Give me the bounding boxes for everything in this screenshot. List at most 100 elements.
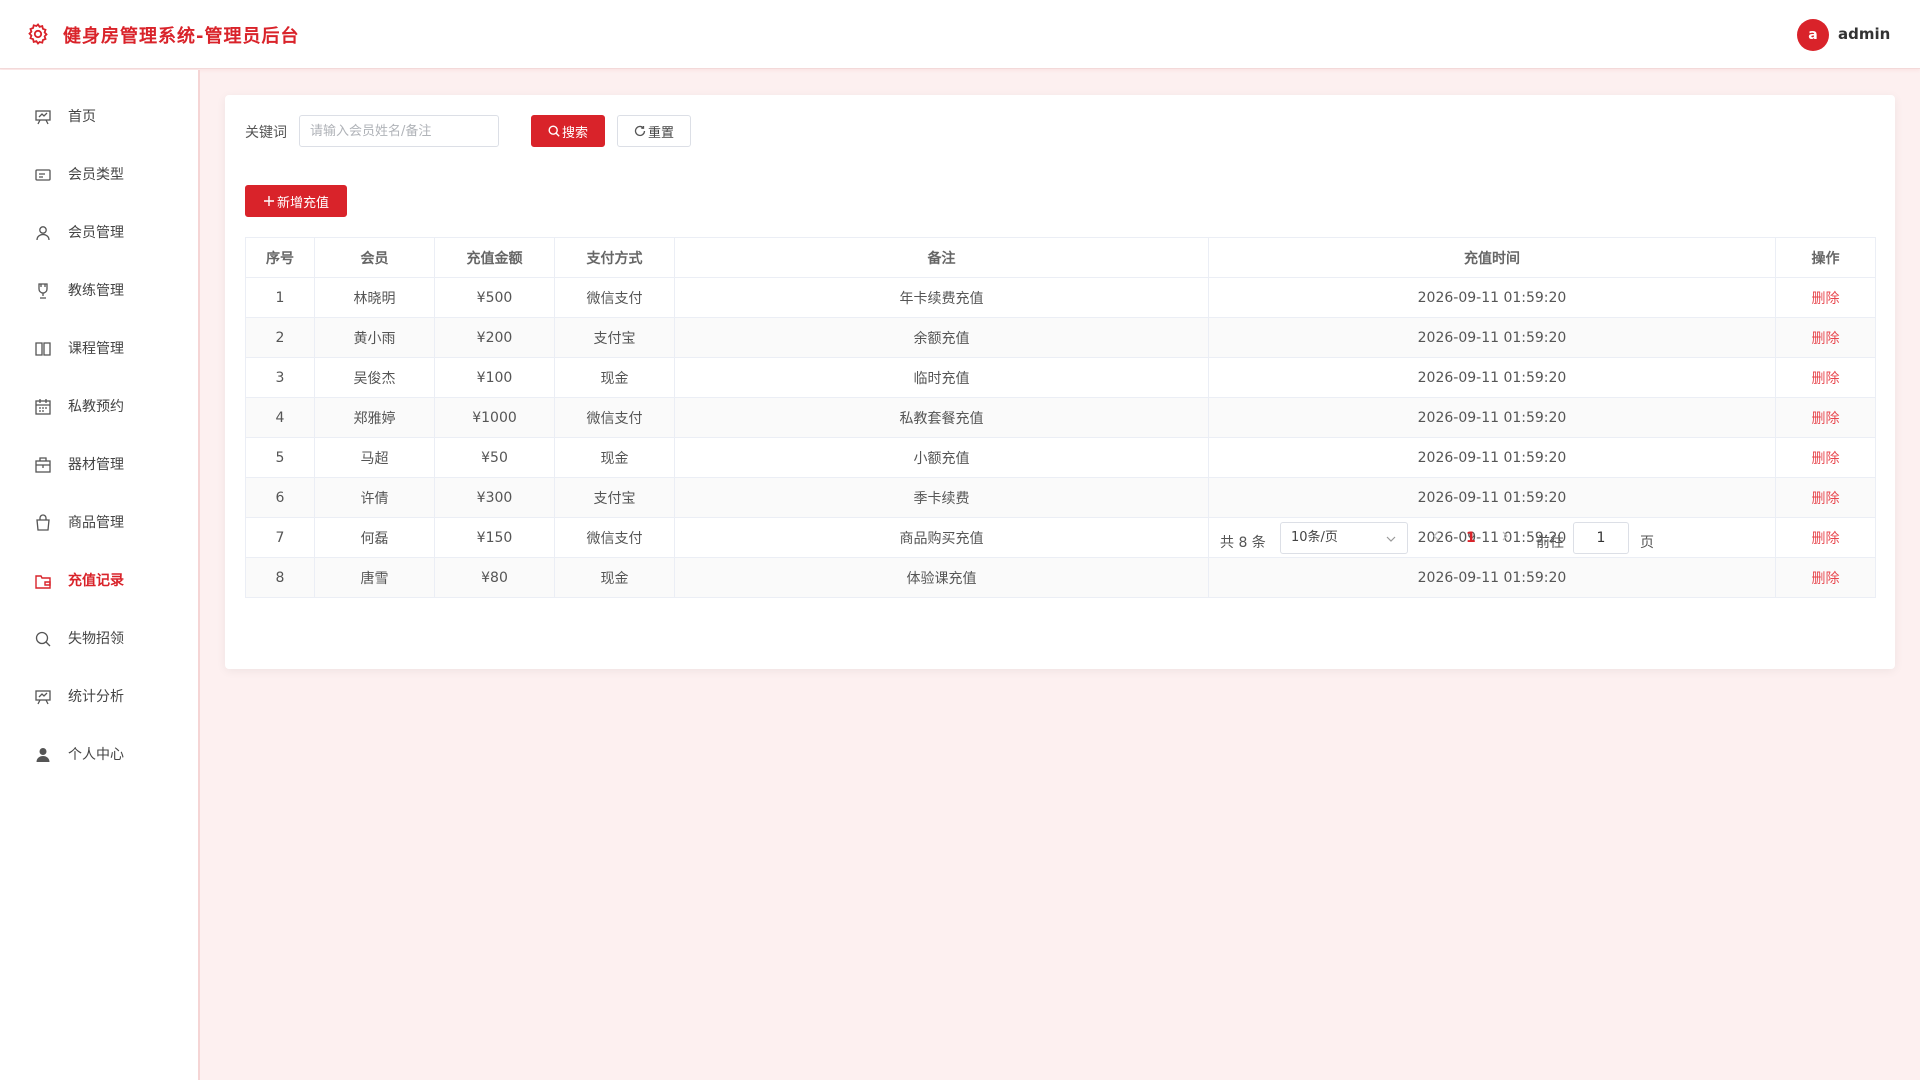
table-row: 3 吴俊杰 ¥100 现金 临时充值 2026-09-11 01:59:20 删… bbox=[245, 357, 1876, 398]
delete-link[interactable]: 删除 bbox=[1812, 291, 1840, 307]
delete-link[interactable]: 删除 bbox=[1812, 371, 1840, 387]
add-recharge-button[interactable]: 新增充值 bbox=[245, 185, 347, 217]
page-size-select[interactable]: 10条/页 bbox=[1280, 522, 1408, 554]
cell-amount: ¥150 bbox=[434, 517, 555, 558]
column-header: 操作 bbox=[1775, 237, 1876, 278]
reset-button-label: 重置 bbox=[647, 125, 674, 141]
refresh-icon bbox=[634, 125, 646, 137]
sidebar-item-label: 私教预约 bbox=[68, 399, 124, 415]
plus-icon bbox=[263, 196, 274, 206]
cell-amount: ¥500 bbox=[434, 277, 555, 318]
cell-amount: ¥80 bbox=[434, 557, 555, 598]
column-header: 充值金额 bbox=[434, 237, 555, 278]
cell-note: 年卡续费充值 bbox=[674, 277, 1209, 318]
cell-index: 5 bbox=[245, 437, 315, 478]
cell-note: 体验课充值 bbox=[674, 557, 1209, 598]
table-row: 8 唐雪 ¥80 现金 体验课充值 2026-09-11 01:59:20 删除 bbox=[245, 557, 1876, 598]
cell-note: 小额充值 bbox=[674, 437, 1209, 478]
sidebar-item-lost-found[interactable]: 失物招领 bbox=[0, 617, 198, 661]
search-button[interactable]: 搜索 bbox=[531, 115, 605, 147]
pagination-total: 共 8 条 bbox=[1220, 535, 1266, 551]
goto-page-input[interactable] bbox=[1573, 522, 1629, 554]
sidebar: 首页 会员类型 会员管理 教练管理 课程管理 私教预约 器材管理 商品管理 充值… bbox=[0, 70, 200, 1080]
delete-link[interactable]: 删除 bbox=[1812, 331, 1840, 347]
cell-amount: ¥100 bbox=[434, 357, 555, 398]
column-header: 支付方式 bbox=[554, 237, 675, 278]
reset-button[interactable]: 重置 bbox=[617, 115, 691, 147]
column-header: 序号 bbox=[245, 237, 315, 278]
cell-note: 余额充值 bbox=[674, 317, 1209, 358]
top-header: 健身房管理系统-管理员后台 a admin bbox=[0, 0, 1920, 69]
cell-time: 2026-09-11 01:59:20 bbox=[1208, 557, 1776, 598]
cell-index: 2 bbox=[245, 317, 315, 358]
sidebar-item-label: 首页 bbox=[68, 109, 96, 125]
sidebar-item-courses[interactable]: 课程管理 bbox=[0, 327, 198, 371]
sidebar-item-coaches[interactable]: 教练管理 bbox=[0, 269, 198, 313]
sidebar-item-label: 器材管理 bbox=[68, 457, 124, 473]
delete-link[interactable]: 删除 bbox=[1812, 411, 1840, 427]
sidebar-item-home[interactable]: 首页 bbox=[0, 95, 198, 139]
cell-index: 3 bbox=[245, 357, 315, 398]
sidebar-item-equipment[interactable]: 器材管理 bbox=[0, 443, 198, 487]
sidebar-item-label: 会员类型 bbox=[68, 167, 124, 183]
cell-member: 马超 bbox=[314, 437, 435, 478]
cell-action: 删除 bbox=[1775, 557, 1876, 598]
search-button-label: 搜索 bbox=[561, 125, 588, 141]
keyword-input[interactable] bbox=[299, 115, 499, 147]
cell-note: 私教套餐充值 bbox=[674, 397, 1209, 438]
sidebar-item-label: 统计分析 bbox=[68, 689, 124, 705]
cell-member: 何磊 bbox=[314, 517, 435, 558]
delete-link[interactable]: 删除 bbox=[1812, 531, 1840, 547]
avatar[interactable]: a bbox=[1797, 19, 1829, 51]
sidebar-item-profile[interactable]: 个人中心 bbox=[0, 733, 198, 777]
table-row: 7 何磊 ¥150 微信支付 商品购买充值 2026-09-11 01:59:2… bbox=[245, 517, 1876, 558]
sidebar-item-recharge[interactable]: 充值记录 bbox=[0, 559, 198, 603]
cell-payment: 微信支付 bbox=[554, 397, 675, 438]
cell-member: 黄小雨 bbox=[314, 317, 435, 358]
cell-time: 2026-09-11 01:59:20 bbox=[1208, 277, 1776, 318]
cell-payment: 现金 bbox=[554, 357, 675, 398]
user-icon bbox=[36, 226, 50, 241]
bag-icon bbox=[36, 514, 50, 531]
sidebar-item-bookings[interactable]: 私教预约 bbox=[0, 385, 198, 429]
cell-action: 删除 bbox=[1775, 277, 1876, 318]
sidebar-item-label: 商品管理 bbox=[68, 515, 124, 531]
cell-payment: 支付宝 bbox=[554, 317, 675, 358]
cell-amount: ¥200 bbox=[434, 317, 555, 358]
app-title: 健身房管理系统-管理员后台 bbox=[63, 26, 300, 47]
username[interactable]: admin bbox=[1838, 25, 1890, 43]
column-header: 会员 bbox=[314, 237, 435, 278]
cell-time: 2026-09-11 01:59:20 bbox=[1208, 437, 1776, 478]
cell-member: 许倩 bbox=[314, 477, 435, 518]
cell-amount: ¥300 bbox=[434, 477, 555, 518]
chevron-right-icon[interactable] bbox=[1499, 530, 1511, 542]
chevron-down-icon bbox=[1386, 536, 1396, 542]
delete-link[interactable]: 删除 bbox=[1812, 571, 1840, 587]
sidebar-item-products[interactable]: 商品管理 bbox=[0, 501, 198, 545]
sidebar-item-member-types[interactable]: 会员类型 bbox=[0, 153, 198, 197]
cell-time: 2026-09-11 01:59:20 bbox=[1208, 357, 1776, 398]
recharge-table: 序号 会员 充值金额 支付方式 备注 充值时间 操作 1 林晓明 ¥500 微信… bbox=[245, 237, 1876, 598]
column-header: 充值时间 bbox=[1208, 237, 1776, 278]
cell-index: 6 bbox=[245, 477, 315, 518]
cell-amount: ¥50 bbox=[434, 437, 555, 478]
sidebar-item-statistics[interactable]: 统计分析 bbox=[0, 675, 198, 719]
cell-member: 吴俊杰 bbox=[314, 357, 435, 398]
cell-note: 季卡续费 bbox=[674, 477, 1209, 518]
cell-action: 删除 bbox=[1775, 317, 1876, 358]
sidebar-item-members[interactable]: 会员管理 bbox=[0, 211, 198, 255]
search-icon bbox=[35, 631, 51, 647]
keyword-label: 关键词 bbox=[245, 125, 287, 141]
page-number-current[interactable]: 1 bbox=[1466, 530, 1476, 546]
cell-index: 8 bbox=[245, 557, 315, 598]
delete-link[interactable]: 删除 bbox=[1812, 491, 1840, 507]
add-recharge-label: 新增充值 bbox=[276, 195, 329, 211]
cell-amount: ¥1000 bbox=[434, 397, 555, 438]
gear-icon bbox=[28, 23, 48, 45]
cell-index: 7 bbox=[245, 517, 315, 558]
table-row: 2 黄小雨 ¥200 支付宝 余额充值 2026-09-11 01:59:20 … bbox=[245, 317, 1876, 358]
delete-link[interactable]: 删除 bbox=[1812, 451, 1840, 467]
page-unit-label: 页 bbox=[1640, 535, 1654, 551]
chevron-left-icon[interactable] bbox=[1430, 530, 1442, 542]
table-header-row: 序号 会员 充值金额 支付方式 备注 充值时间 操作 bbox=[245, 237, 1876, 278]
